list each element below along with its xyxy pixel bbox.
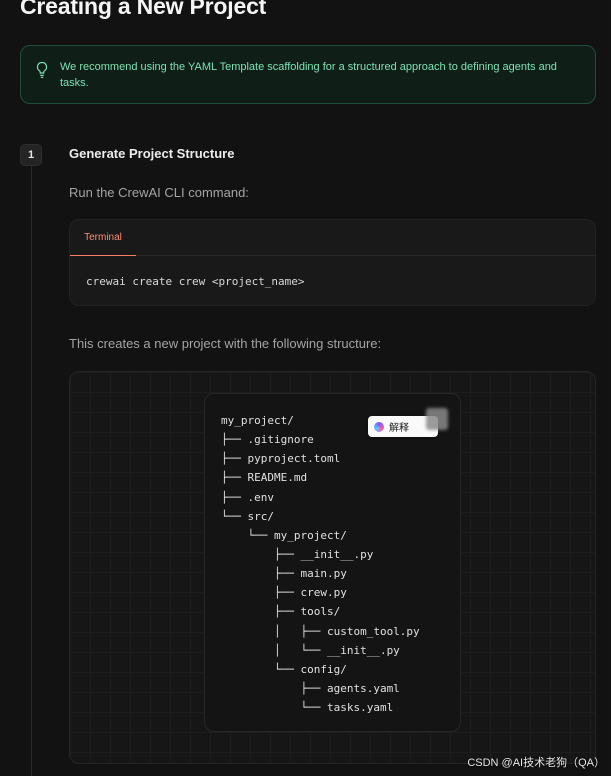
tree-entry: ├── tools/ <box>221 605 341 619</box>
blurred-overlay-icon[interactable] <box>426 408 448 430</box>
tab-terminal[interactable]: Terminal <box>70 220 136 256</box>
structure-intro-text: This creates a new project with the foll… <box>69 336 382 351</box>
tip-callout: We recommend using the YAML Template sca… <box>20 45 596 104</box>
tree-entry: │ ├── custom_tool.py <box>221 624 420 638</box>
lightbulb-icon <box>36 61 48 78</box>
step-number-badge: 1 <box>20 144 42 166</box>
tree-entry: ├── main.py <box>221 567 347 581</box>
step-intro-text: Run the CrewAI CLI command: <box>69 185 249 200</box>
docs-page: Creating a New Project We recommend usin… <box>0 0 611 776</box>
project-tree-card: my_project/├── .gitignore ├── pyproject.t… <box>204 393 461 732</box>
page-title: Creating a New Project <box>20 0 267 19</box>
terminal-tab-bar: Terminal <box>70 220 595 256</box>
translate-label: 解释 <box>389 423 409 434</box>
tree-entry: ├── __init__.py <box>221 547 374 561</box>
tree-entry: └── config/ <box>221 662 347 676</box>
step-title: Generate Project Structure <box>69 146 235 161</box>
callout-text: We recommend using the YAML Template sca… <box>60 61 557 89</box>
ai-translate-icon <box>374 421 384 432</box>
terminal-command[interactable]: crewai create crew <project_name> <box>86 275 305 288</box>
tree-entry: ├── .env <box>221 490 274 504</box>
project-tree: my_project/├── .gitignore ├── pyproject.t… <box>221 411 420 717</box>
tree-entry: ├── pyproject.toml <box>221 452 341 466</box>
tree-entry: ├── crew.py <box>221 586 347 600</box>
tree-entry: ├── README.md <box>221 471 308 485</box>
tree-entry: ├── agents.yaml <box>221 681 400 695</box>
tree-entry: └── src/ <box>221 509 274 523</box>
tree-entry: │ └── __init__.py <box>221 643 400 657</box>
csdn-watermark: CSDN @AI技术老狗（QA） <box>467 757 605 769</box>
tree-entry: └── tasks.yaml <box>221 701 394 715</box>
tree-entry: └── my_project/ <box>221 528 347 542</box>
terminal-code-block: Terminal crewai create crew <project_nam… <box>69 219 596 306</box>
step-connector-line <box>31 166 32 776</box>
